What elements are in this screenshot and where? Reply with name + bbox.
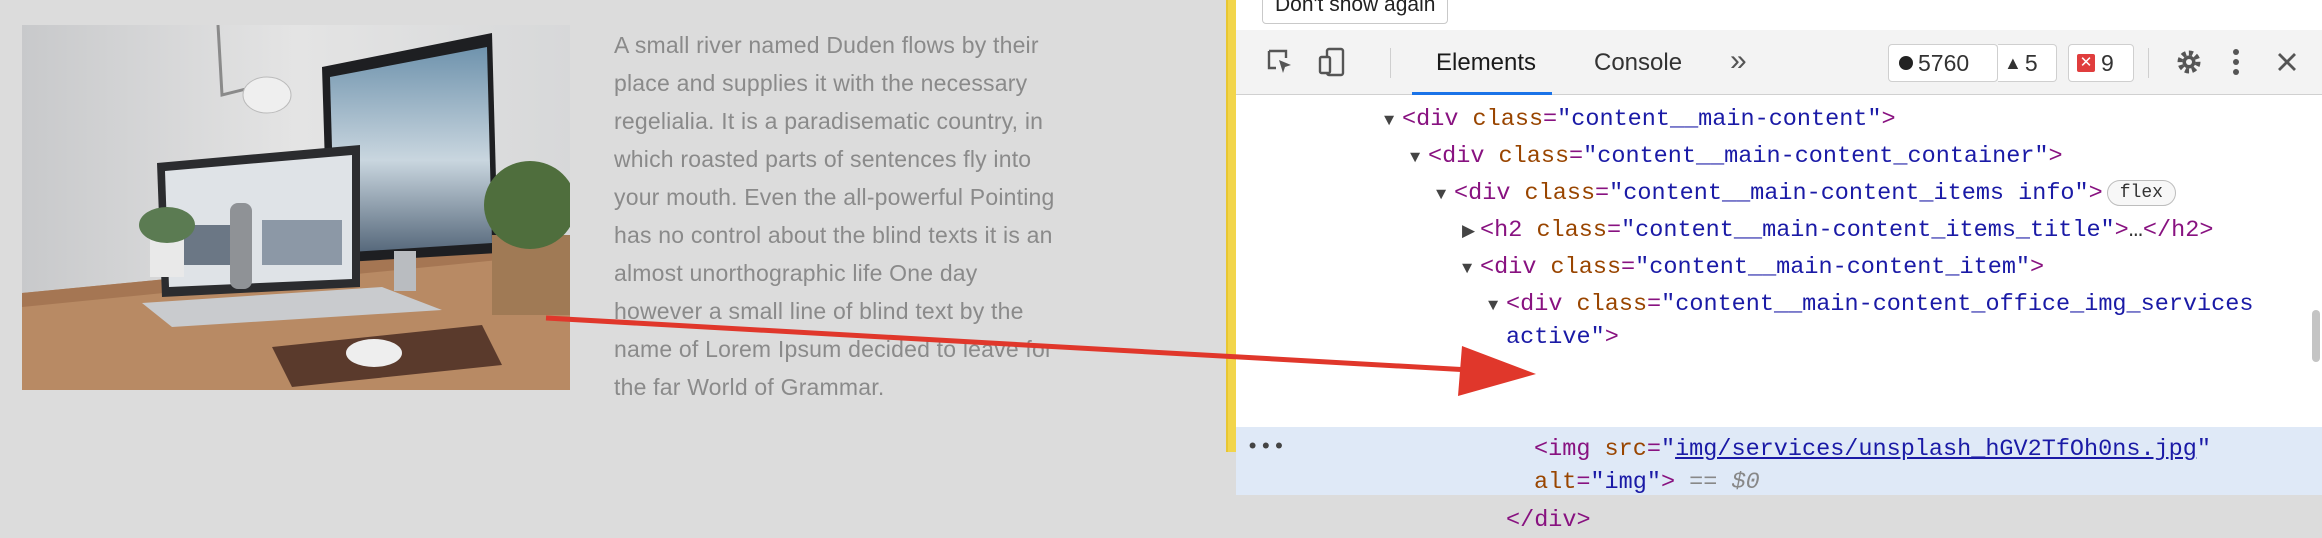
dom-node-img-alt[interactable]: alt="img"> == $0 [1236, 466, 2322, 500]
annotation-arrow-head [1458, 346, 1536, 396]
annotation-arrow-overlay [545, 315, 1536, 396]
selected-node-marker: == $0 [1689, 469, 1760, 496]
dom-node-closing-div[interactable]: </div> [1236, 504, 2322, 538]
annotation-arrow-line [545, 315, 1471, 373]
